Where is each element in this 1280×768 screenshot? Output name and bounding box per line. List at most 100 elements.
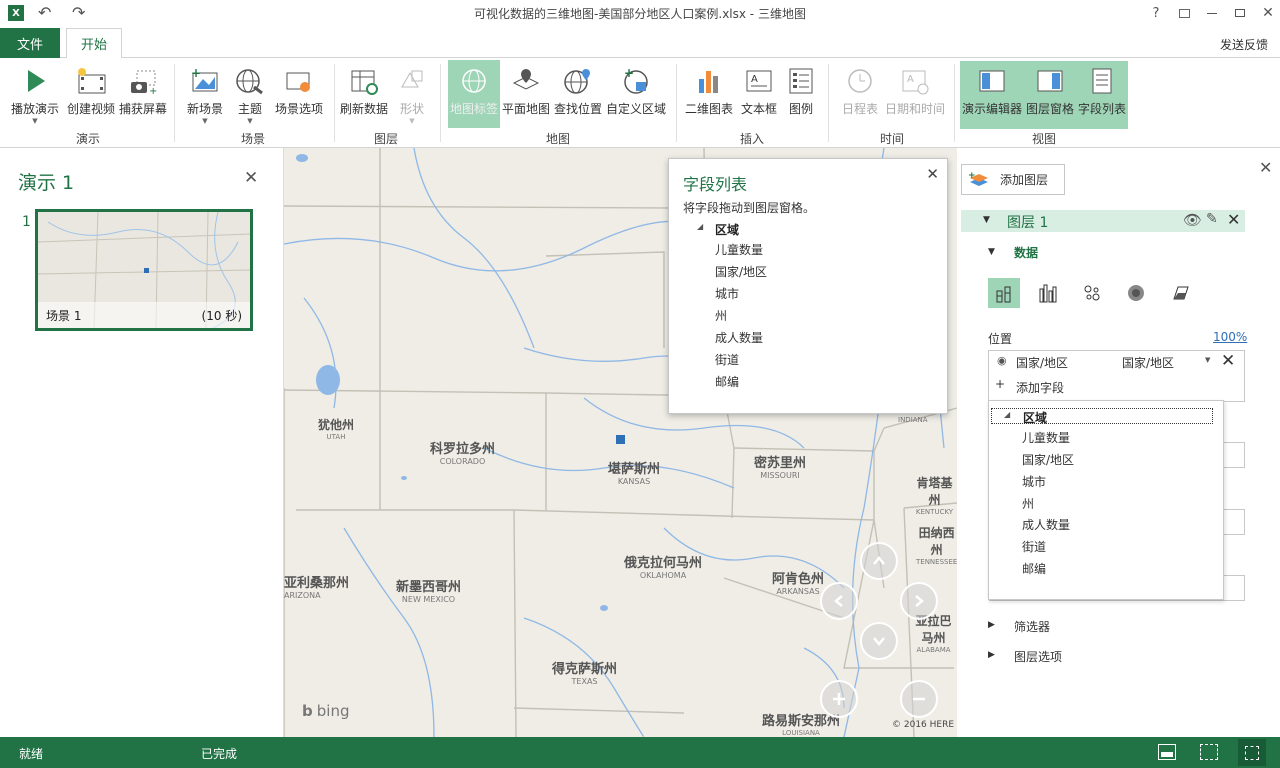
radio-selected-icon[interactable]: ◉ <box>997 354 1007 367</box>
pencil-icon[interactable]: ✎ <box>1206 211 1218 227</box>
divider <box>174 64 175 142</box>
field-group-region[interactable]: 区域 <box>715 221 739 238</box>
heat-map-icon[interactable] <box>1120 278 1152 308</box>
pan-up-button[interactable] <box>860 542 898 580</box>
field-item[interactable]: 邮编 <box>715 373 739 390</box>
layer-header[interactable]: ▼ 图层 1 👁 ✎ ✕ <box>961 210 1245 232</box>
remove-field-icon[interactable]: ✕ <box>1221 351 1235 371</box>
dropdown-field-item[interactable]: 邮编 <box>1022 560 1046 577</box>
scene-options-icon <box>283 64 315 98</box>
tab-file[interactable]: 文件 <box>0 28 60 58</box>
new-scene-button[interactable]: + 新场景 ▼ <box>182 60 228 132</box>
bubble-chart-icon[interactable] <box>1076 278 1108 308</box>
help-button[interactable]: ? <box>1144 3 1168 23</box>
dropdown-group-region[interactable]: 区域 <box>1023 409 1047 426</box>
group-label-view: 视图 <box>1031 132 1056 146</box>
divider <box>828 64 829 142</box>
dropdown-field-item[interactable]: 儿童数量 <box>1022 429 1070 446</box>
filters-section[interactable]: 筛选器 <box>1014 618 1050 635</box>
send-feedback-link[interactable]: 发送反馈 <box>1220 36 1268 53</box>
layer-options-section[interactable]: 图层选项 <box>1014 648 1062 665</box>
field-list-title: 字段列表 <box>683 175 748 194</box>
scene-thumbnail[interactable]: 场景 1 (10 秒) <box>35 209 253 331</box>
dropdown-field-item[interactable]: 城市 <box>1022 473 1046 490</box>
restore-icon[interactable] <box>1228 3 1252 23</box>
field-item[interactable]: 城市 <box>715 285 739 302</box>
chart-2d-button[interactable]: 二维图表 <box>682 60 736 132</box>
field-list-button[interactable]: 字段列表 <box>1076 60 1128 132</box>
theme-button[interactable]: 主题 ▼ <box>232 60 268 132</box>
find-location-button[interactable]: 查找位置 <box>552 60 604 132</box>
zoom-in-button[interactable] <box>820 680 858 718</box>
scene-options-button[interactable]: 场景选项 <box>272 60 326 132</box>
flat-map-button[interactable]: 平面地图 <box>500 60 552 132</box>
svg-text:+: + <box>149 86 157 95</box>
map-label-colorado: 科罗拉多州 COLORADO <box>430 442 496 466</box>
collapse-triangle-icon[interactable]: ▼ <box>983 215 990 225</box>
expand-triangle-icon[interactable]: ▶ <box>988 650 995 660</box>
dropdown-field-item[interactable]: 街道 <box>1022 538 1046 555</box>
collapse-triangle-icon[interactable]: ▼ <box>988 247 995 257</box>
expand-triangle-icon[interactable]: ◢ <box>1004 410 1010 419</box>
tab-home[interactable]: 开始 <box>66 28 122 59</box>
expand-triangle-icon[interactable]: ▶ <box>988 620 995 630</box>
field-item[interactable]: 州 <box>715 307 727 324</box>
fullscreen-icon[interactable] <box>1238 739 1266 766</box>
pan-right-button[interactable] <box>900 582 938 620</box>
minus-icon <box>913 697 925 701</box>
field-list-subtitle: 将字段拖动到图层窗格。 <box>683 201 816 215</box>
field-item[interactable]: 国家/地区 <box>715 263 767 280</box>
add-layer-button[interactable]: + 添加图层 <box>961 164 1065 195</box>
chevron-left-icon <box>834 595 843 607</box>
data-point[interactable] <box>616 435 625 444</box>
pan-down-button[interactable] <box>860 622 898 660</box>
field-item[interactable]: 街道 <box>715 351 739 368</box>
scene-name: 场景 1 <box>46 309 82 323</box>
close-icon[interactable]: ✕ <box>1256 3 1280 23</box>
chevron-down-icon[interactable]: ▼ <box>1205 356 1210 364</box>
location-type-select[interactable]: 国家/地区 <box>1122 354 1174 371</box>
zoom-fit-icon[interactable] <box>1200 744 1218 760</box>
close-field-list-icon[interactable]: ✕ <box>926 165 939 183</box>
layer-pane-button[interactable]: 图层窗格 <box>1024 60 1076 132</box>
delete-layer-icon[interactable]: ✕ <box>1227 210 1240 229</box>
chevron-right-icon <box>915 595 924 607</box>
shapes-button[interactable]: 形状 ▼ <box>394 60 430 132</box>
close-tour-pane-icon[interactable]: ✕ <box>244 168 258 188</box>
field-item[interactable]: 成人数量 <box>715 329 763 346</box>
window-title: 可视化数据的三维地图-美国部分地区人口案例.xlsx - 三维地图 <box>474 7 806 21</box>
tour-editor-button[interactable]: 演示编辑器 <box>960 60 1024 132</box>
eye-icon[interactable]: 👁 <box>1183 211 1202 229</box>
create-video-button[interactable]: 创建视频 <box>64 60 118 132</box>
add-field-button[interactable]: 添加字段 <box>1016 379 1064 396</box>
expand-triangle-icon[interactable]: ◢ <box>697 222 703 231</box>
bing-icon: b <box>302 702 313 720</box>
map-labels-button[interactable]: 地图标签 <box>448 60 500 128</box>
date-time-button[interactable]: A 日期和时间 <box>884 60 946 132</box>
region-icon[interactable] <box>1164 278 1196 308</box>
legend-button[interactable]: 图例 <box>782 60 820 132</box>
refresh-data-button[interactable]: 刷新数据 <box>338 60 390 132</box>
field-item[interactable]: 儿童数量 <box>715 241 763 258</box>
map-view-icon[interactable] <box>1158 744 1176 760</box>
ribbon-tabs: 文件 开始 发送反馈 <box>0 28 1280 59</box>
layer-pane: ✕ + 添加图层 ▼ 图层 1 👁 ✎ ✕ ▼ 数据 位置 100% ◉ 国家/… <box>957 148 1280 737</box>
zoom-out-button[interactable] <box>900 680 938 718</box>
stacked-column-icon[interactable] <box>988 278 1020 308</box>
location-confidence-link[interactable]: 100% <box>1213 330 1247 344</box>
dropdown-field-item[interactable]: 成人数量 <box>1022 516 1070 533</box>
group-label-layer: 图层 <box>373 132 398 146</box>
capture-screen-button[interactable]: + 捕获屏幕 <box>118 60 168 132</box>
pan-left-button[interactable] <box>820 582 858 620</box>
map-canvas[interactable]: 犹他州 UTAH 科罗拉多州 COLORADO 堪萨斯州 KANSAS 密苏里州 MIS… <box>284 148 957 737</box>
textbox-button[interactable]: A 文本框 <box>738 60 780 132</box>
ribbon-display-icon[interactable] <box>1172 3 1196 23</box>
minimize-icon[interactable] <box>1200 3 1224 23</box>
play-tour-button[interactable]: 播放演示 ▼ <box>8 60 62 132</box>
close-layer-pane-icon[interactable]: ✕ <box>1259 158 1272 177</box>
custom-regions-button[interactable]: + 自定义区域 <box>604 60 668 132</box>
dropdown-field-item[interactable]: 州 <box>1022 495 1034 512</box>
clustered-column-icon[interactable] <box>1032 278 1064 308</box>
dropdown-field-item[interactable]: 国家/地区 <box>1022 451 1074 468</box>
timeline-button[interactable]: 日程表 <box>838 60 882 132</box>
